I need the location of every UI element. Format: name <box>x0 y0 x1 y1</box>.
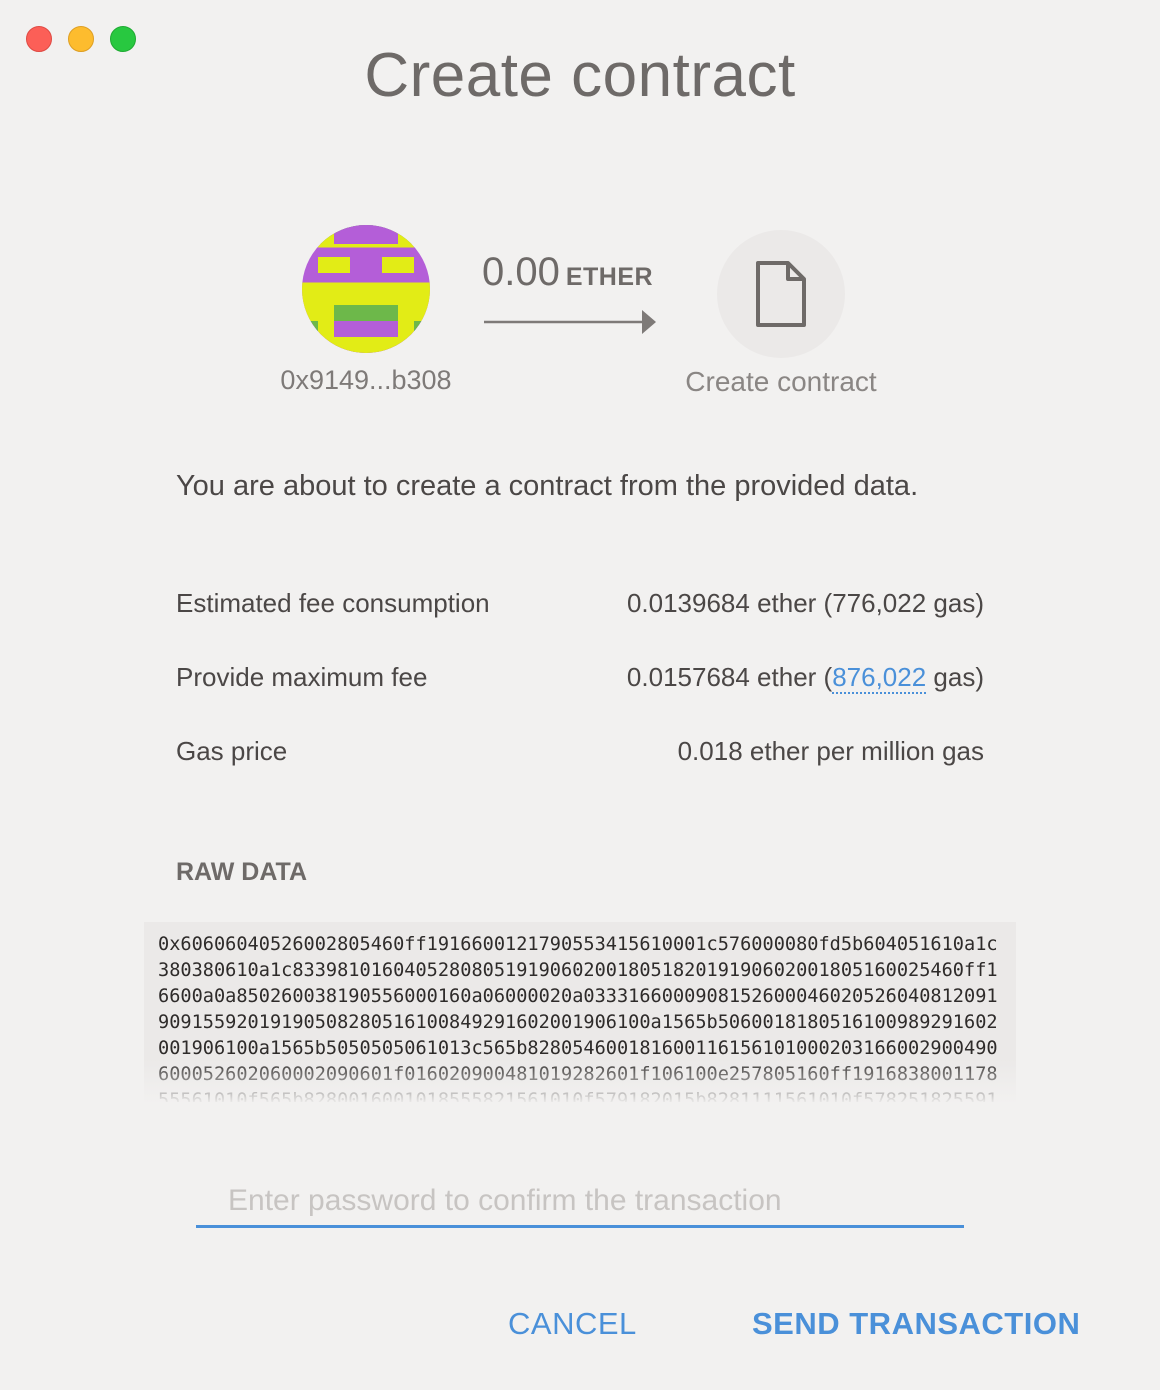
fee-value: 0.0157684 ether (876,022 gas) <box>627 662 984 736</box>
max-gas-editable-link[interactable]: 876,022 <box>832 662 927 694</box>
amount-value: 0.00 <box>482 250 560 294</box>
fee-row-estimated: Estimated fee consumption 0.0139684 ethe… <box>176 588 984 662</box>
arrow-right-icon <box>484 310 656 334</box>
password-input[interactable] <box>196 1176 964 1228</box>
raw-data-label: RAW DATA <box>176 858 307 886</box>
cancel-button[interactable]: CANCEL <box>508 1306 637 1342</box>
contract-icon-circle <box>717 230 845 358</box>
amount-unit: ETHER <box>565 263 654 291</box>
create-contract-window: Create contract 0x9149...b308 0.00ETHER <box>0 0 1160 1390</box>
fee-value: 0.0139684 ether (776,022 gas) <box>626 588 984 618</box>
page-title: Create contract <box>364 41 796 110</box>
to-contract: Create contract <box>670 230 892 398</box>
fee-row-maximum: Provide maximum fee 0.0157684 ether (876… <box>176 662 984 736</box>
fee-value: 0.018 ether per million gas <box>677 736 984 766</box>
transfer-amount: 0.00 ETHER <box>482 250 653 295</box>
fee-value-suffix: gas) <box>926 662 984 692</box>
fee-value-prefix: 0.0157684 ether ( <box>626 662 833 692</box>
raw-data-box[interactable]: 0x60606040526002805460ff1916600121790553… <box>144 922 1016 1102</box>
identicon-icon <box>302 225 430 353</box>
fee-label: Estimated fee consumption <box>176 588 490 618</box>
document-icon <box>756 261 806 327</box>
intro-text: You are about to create a contract from … <box>176 470 919 502</box>
fee-row-gas-price: Gas price 0.018 ether per million gas <box>176 736 984 810</box>
from-account: 0x9149...b308 <box>280 225 452 396</box>
to-label: Create contract <box>685 366 877 397</box>
fee-label: Gas price <box>176 736 288 766</box>
send-transaction-button[interactable]: SEND TRANSACTION <box>752 1306 1080 1342</box>
from-address: 0x9149...b308 <box>280 365 452 395</box>
fee-table: Estimated fee consumption 0.0139684 ethe… <box>176 588 984 810</box>
fee-label: Provide maximum fee <box>176 662 428 692</box>
raw-data-fade <box>144 1058 1016 1102</box>
